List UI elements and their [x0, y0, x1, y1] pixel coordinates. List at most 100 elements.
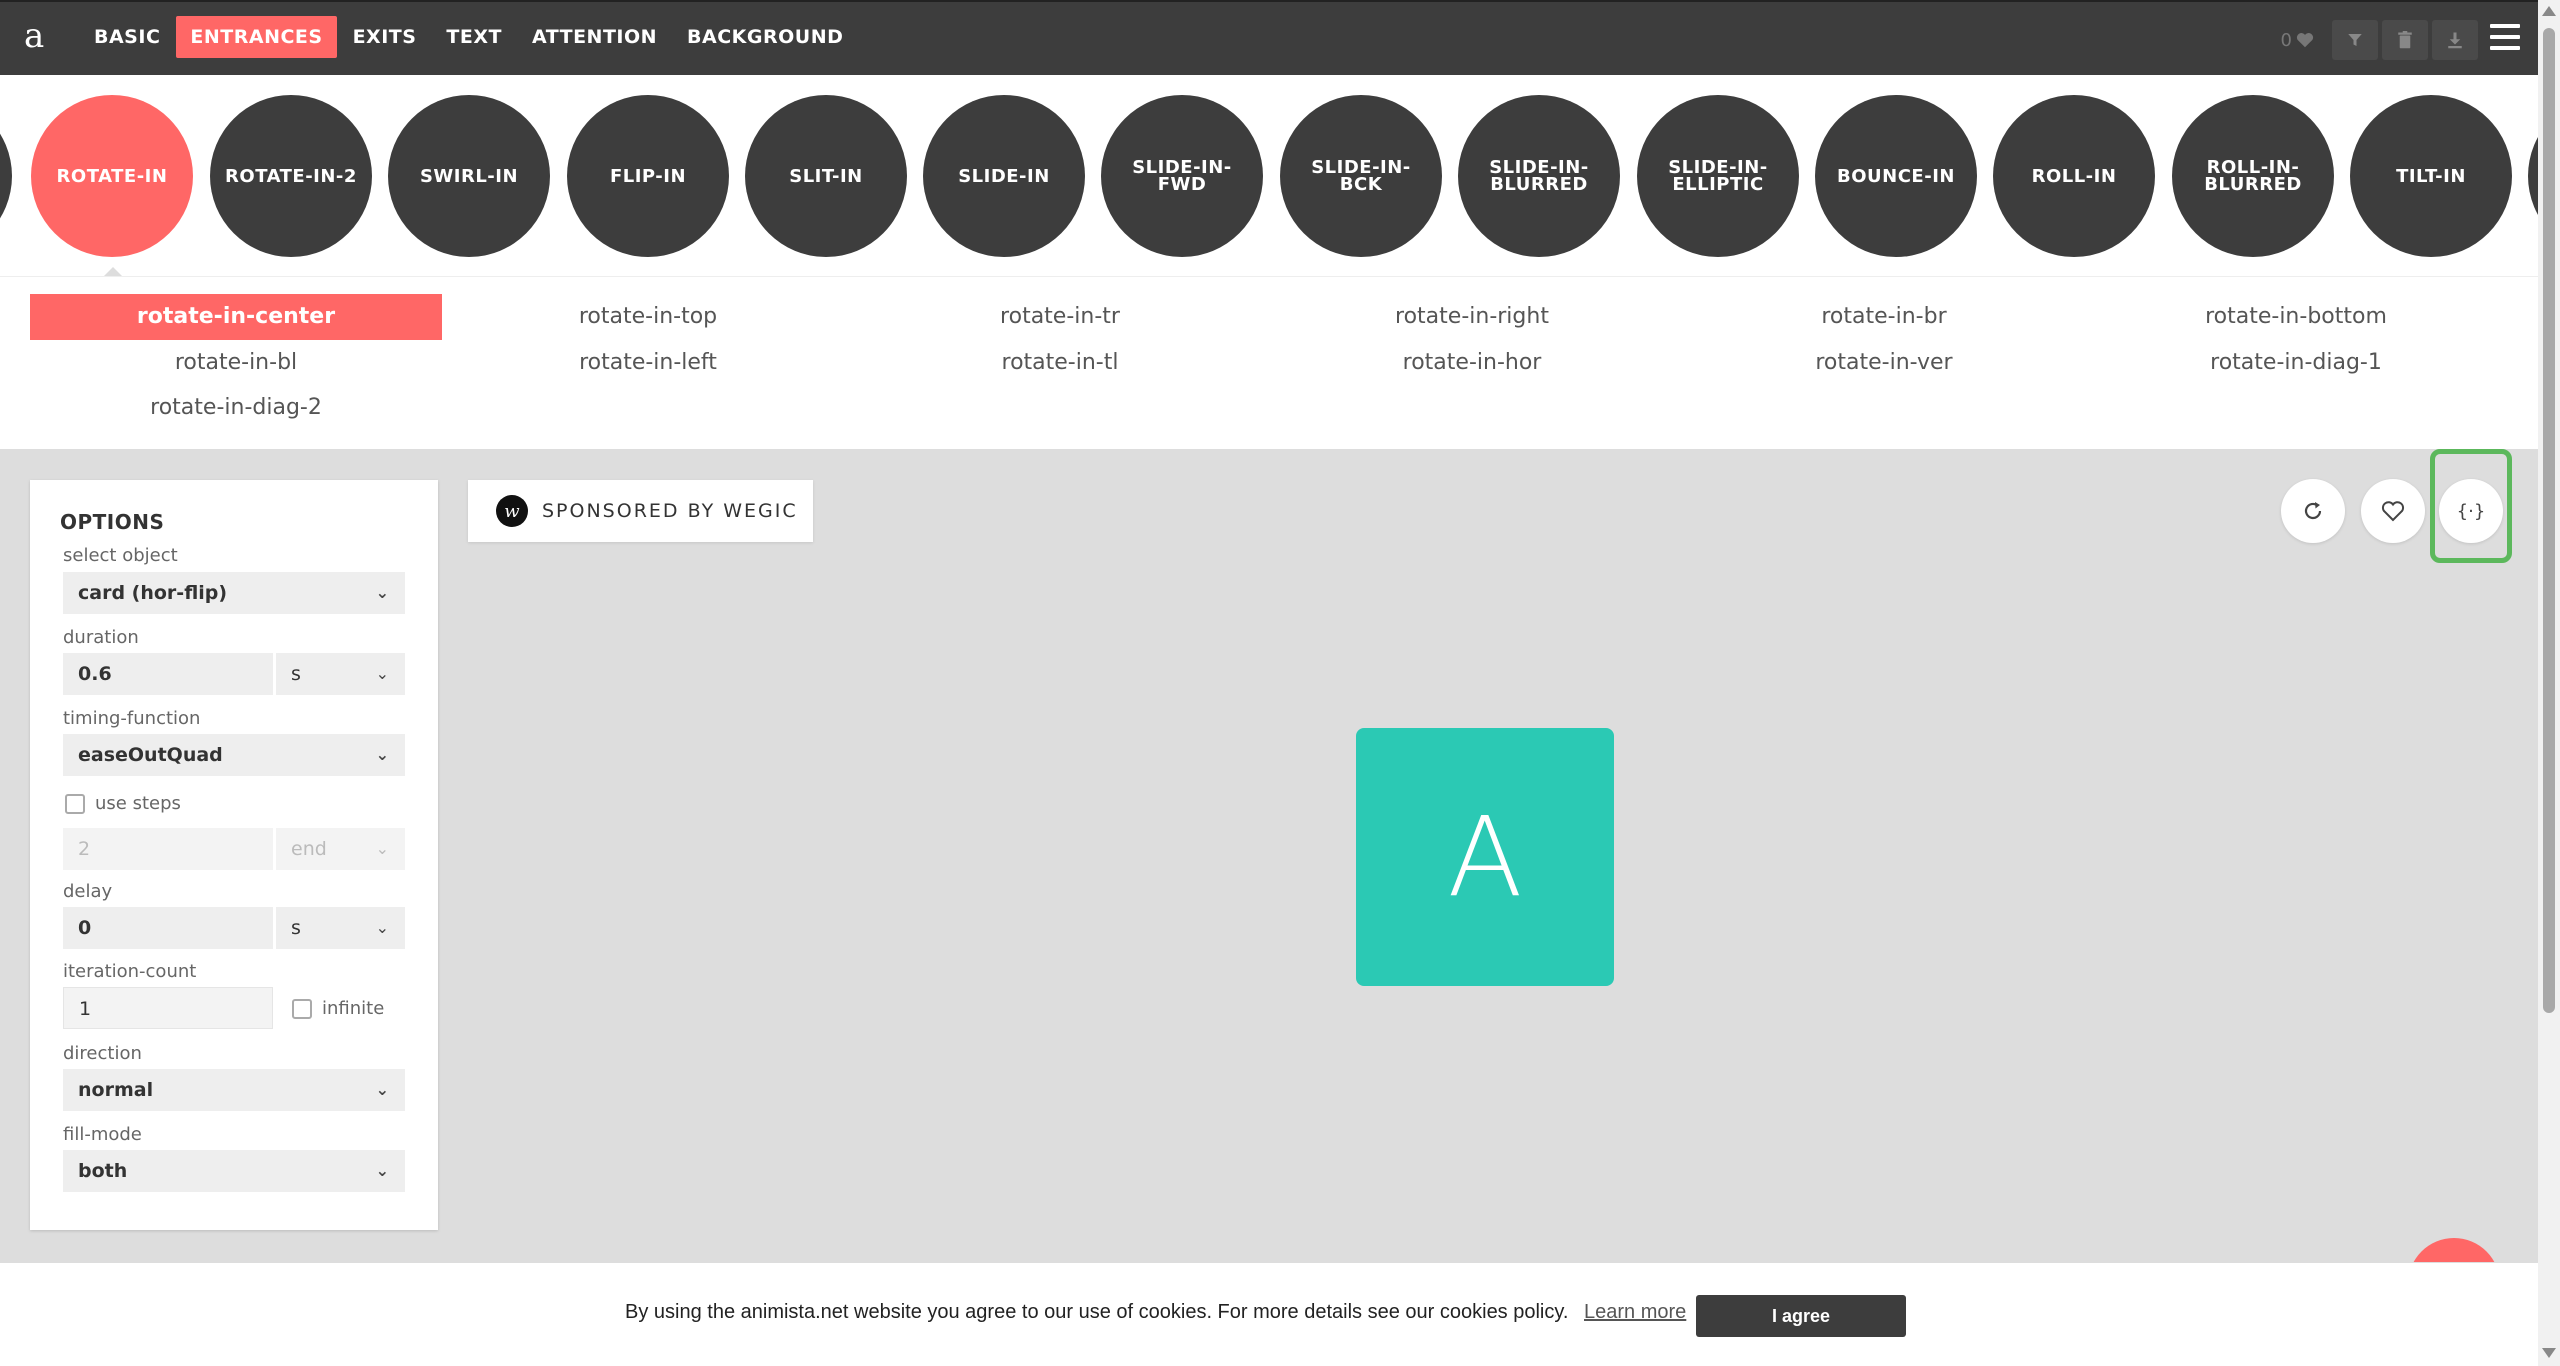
category-slide-in-blurred[interactable]: SLIDE-IN-BLURRED: [1458, 95, 1620, 257]
steps-position-select[interactable]: end ⌄: [276, 828, 405, 870]
category-circle-partial-right[interactable]: [2528, 95, 2538, 257]
active-category-caret: [104, 267, 122, 276]
duration-label: duration: [63, 627, 139, 648]
use-steps-label: use steps: [95, 793, 181, 814]
variation-rotate-in-diag-1[interactable]: rotate-in-diag-1: [2090, 340, 2502, 386]
cookie-message: By using the animista.net website you ag…: [625, 1301, 1686, 1324]
select-object-label: select object: [63, 545, 178, 566]
cookie-text: By using the animista.net website you ag…: [625, 1301, 1569, 1323]
cookie-agree-button[interactable]: I agree: [1696, 1295, 1906, 1337]
favorite-button[interactable]: [2361, 479, 2425, 543]
variation-rotate-in-bl[interactable]: rotate-in-bl: [30, 340, 442, 386]
variation-rotate-in-hor[interactable]: rotate-in-hor: [1266, 340, 1678, 386]
delay-input[interactable]: 0: [63, 907, 273, 949]
duration-unit-select[interactable]: s ⌄: [276, 653, 405, 695]
variation-rotate-in-tl[interactable]: rotate-in-tl: [854, 340, 1266, 386]
category-slit-in[interactable]: SLIT-IN: [745, 95, 907, 257]
trash-icon: [2398, 31, 2412, 49]
delay-label: delay: [63, 881, 113, 902]
infinite-label: infinite: [322, 998, 385, 1019]
timing-function-dropdown[interactable]: easeOutQuad ⌄: [63, 734, 405, 776]
page-scrollbar[interactable]: [2538, 0, 2560, 1366]
variation-rotate-in-left[interactable]: rotate-in-left: [442, 340, 854, 386]
top-navbar: a BASIC ENTRANCES EXITS TEXT ATTENTION B…: [0, 0, 2538, 75]
variation-rotate-in-br[interactable]: rotate-in-br: [1678, 294, 2090, 340]
animista-logo[interactable]: a: [24, 16, 44, 56]
infinite-checkbox[interactable]: [292, 998, 312, 1019]
nav-text[interactable]: TEXT: [432, 16, 516, 58]
category-roll-in-blurred[interactable]: ROLL-IN-BLURRED: [2172, 95, 2334, 257]
timing-function-label: timing-function: [63, 708, 201, 729]
iteration-count-input[interactable]: 1: [63, 987, 273, 1029]
variation-rotate-in-right[interactable]: rotate-in-right: [1266, 294, 1678, 340]
category-tilt-in[interactable]: TILT-IN: [2350, 95, 2512, 257]
toolbar-right: 0: [2281, 20, 2478, 60]
scroll-up-arrow-icon[interactable]: [2542, 6, 2556, 16]
category-slide-in-elliptic[interactable]: SLIDE-IN-ELLIPTIC: [1637, 95, 1799, 257]
use-steps-checkbox[interactable]: [65, 793, 85, 814]
category-rotate-in[interactable]: ROTATE-IN: [31, 95, 193, 257]
delay-unit-select[interactable]: s ⌄: [276, 907, 405, 949]
variation-rotate-in-top[interactable]: rotate-in-top: [442, 294, 854, 340]
hamburger-menu-icon[interactable]: [2490, 24, 2520, 50]
heart-icon: [2296, 33, 2314, 48]
chevron-down-icon: ⌄: [375, 745, 389, 764]
select-object-dropdown[interactable]: card (hor-flip) ⌄: [63, 572, 405, 614]
category-swirl-in[interactable]: SWIRL-IN: [388, 95, 550, 257]
fill-mode-dropdown[interactable]: both ⌄: [63, 1150, 405, 1192]
nav-basic[interactable]: BASIC: [80, 16, 174, 58]
sponsor-text: SPONSORED BY WEGIC: [542, 500, 798, 522]
cookie-banner: By using the animista.net website you ag…: [0, 1262, 2538, 1366]
variation-rotate-in-center[interactable]: rotate-in-center: [30, 294, 442, 340]
trash-button[interactable]: [2382, 20, 2428, 60]
fill-mode-value: both: [78, 1160, 128, 1182]
replay-button[interactable]: [2281, 479, 2345, 543]
download-icon: [2448, 32, 2462, 49]
wegic-logo-icon: w: [496, 495, 528, 527]
select-object-value: card (hor-flip): [78, 582, 228, 604]
chevron-down-icon: ⌄: [375, 583, 389, 602]
category-slide-in-fwd[interactable]: SLIDE-IN-FWD: [1101, 95, 1263, 257]
duration-input[interactable]: 0.6: [63, 653, 273, 695]
download-button[interactable]: [2432, 20, 2478, 60]
scroll-down-arrow-icon[interactable]: [2542, 1348, 2556, 1358]
variation-rotate-in-diag-2[interactable]: rotate-in-diag-2: [30, 385, 442, 431]
direction-value: normal: [78, 1079, 154, 1101]
highlight-outline: [2430, 449, 2512, 563]
timing-function-value: easeOutQuad: [78, 744, 223, 766]
options-title: OPTIONS: [60, 510, 165, 534]
variation-rotate-in-ver[interactable]: rotate-in-ver: [1678, 340, 2090, 386]
favorites-counter[interactable]: 0: [2281, 30, 2328, 51]
chevron-down-icon: ⌄: [375, 839, 389, 858]
category-flip-in[interactable]: FLIP-IN: [567, 95, 729, 257]
variation-rotate-in-tr[interactable]: rotate-in-tr: [854, 294, 1266, 340]
nav-entrances[interactable]: ENTRANCES: [176, 16, 337, 58]
category-circle-partial[interactable]: [0, 95, 12, 257]
category-rotate-in-2[interactable]: ROTATE-IN-2: [210, 95, 372, 257]
cookie-learn-more-link[interactable]: Learn more: [1584, 1301, 1686, 1323]
use-steps-row: use steps: [65, 793, 181, 814]
nav-exits[interactable]: EXITS: [339, 16, 431, 58]
chevron-down-icon: ⌄: [375, 1080, 389, 1099]
sponsor-banner[interactable]: w SPONSORED BY WEGIC: [468, 480, 813, 542]
scrollbar-thumb[interactable]: [2543, 28, 2555, 1013]
chevron-down-icon: ⌄: [375, 664, 389, 683]
direction-label: direction: [63, 1043, 142, 1064]
direction-dropdown[interactable]: normal ⌄: [63, 1069, 405, 1111]
options-panel: OPTIONS select object card (hor-flip) ⌄ …: [30, 480, 438, 1230]
category-carousel: ROTATE-IN ROTATE-IN-2 SWIRL-IN FLIP-IN S…: [0, 75, 2538, 277]
heart-outline-icon: [2381, 501, 2405, 522]
steps-count-input[interactable]: 2: [63, 828, 273, 870]
category-roll-in[interactable]: ROLL-IN: [1993, 95, 2155, 257]
preview-card: A: [1356, 728, 1614, 986]
preview-letter: A: [1447, 793, 1523, 921]
category-bounce-in[interactable]: BOUNCE-IN: [1815, 95, 1977, 257]
nav-attention[interactable]: ATTENTION: [518, 16, 671, 58]
category-slide-in[interactable]: SLIDE-IN: [923, 95, 1085, 257]
duration-unit-value: s: [291, 663, 301, 685]
filter-button[interactable]: [2332, 20, 2378, 60]
category-slide-in-bck[interactable]: SLIDE-IN-BCK: [1280, 95, 1442, 257]
variation-rotate-in-bottom[interactable]: rotate-in-bottom: [2090, 294, 2502, 340]
iteration-count-label: iteration-count: [63, 961, 197, 982]
nav-background[interactable]: BACKGROUND: [673, 16, 857, 58]
